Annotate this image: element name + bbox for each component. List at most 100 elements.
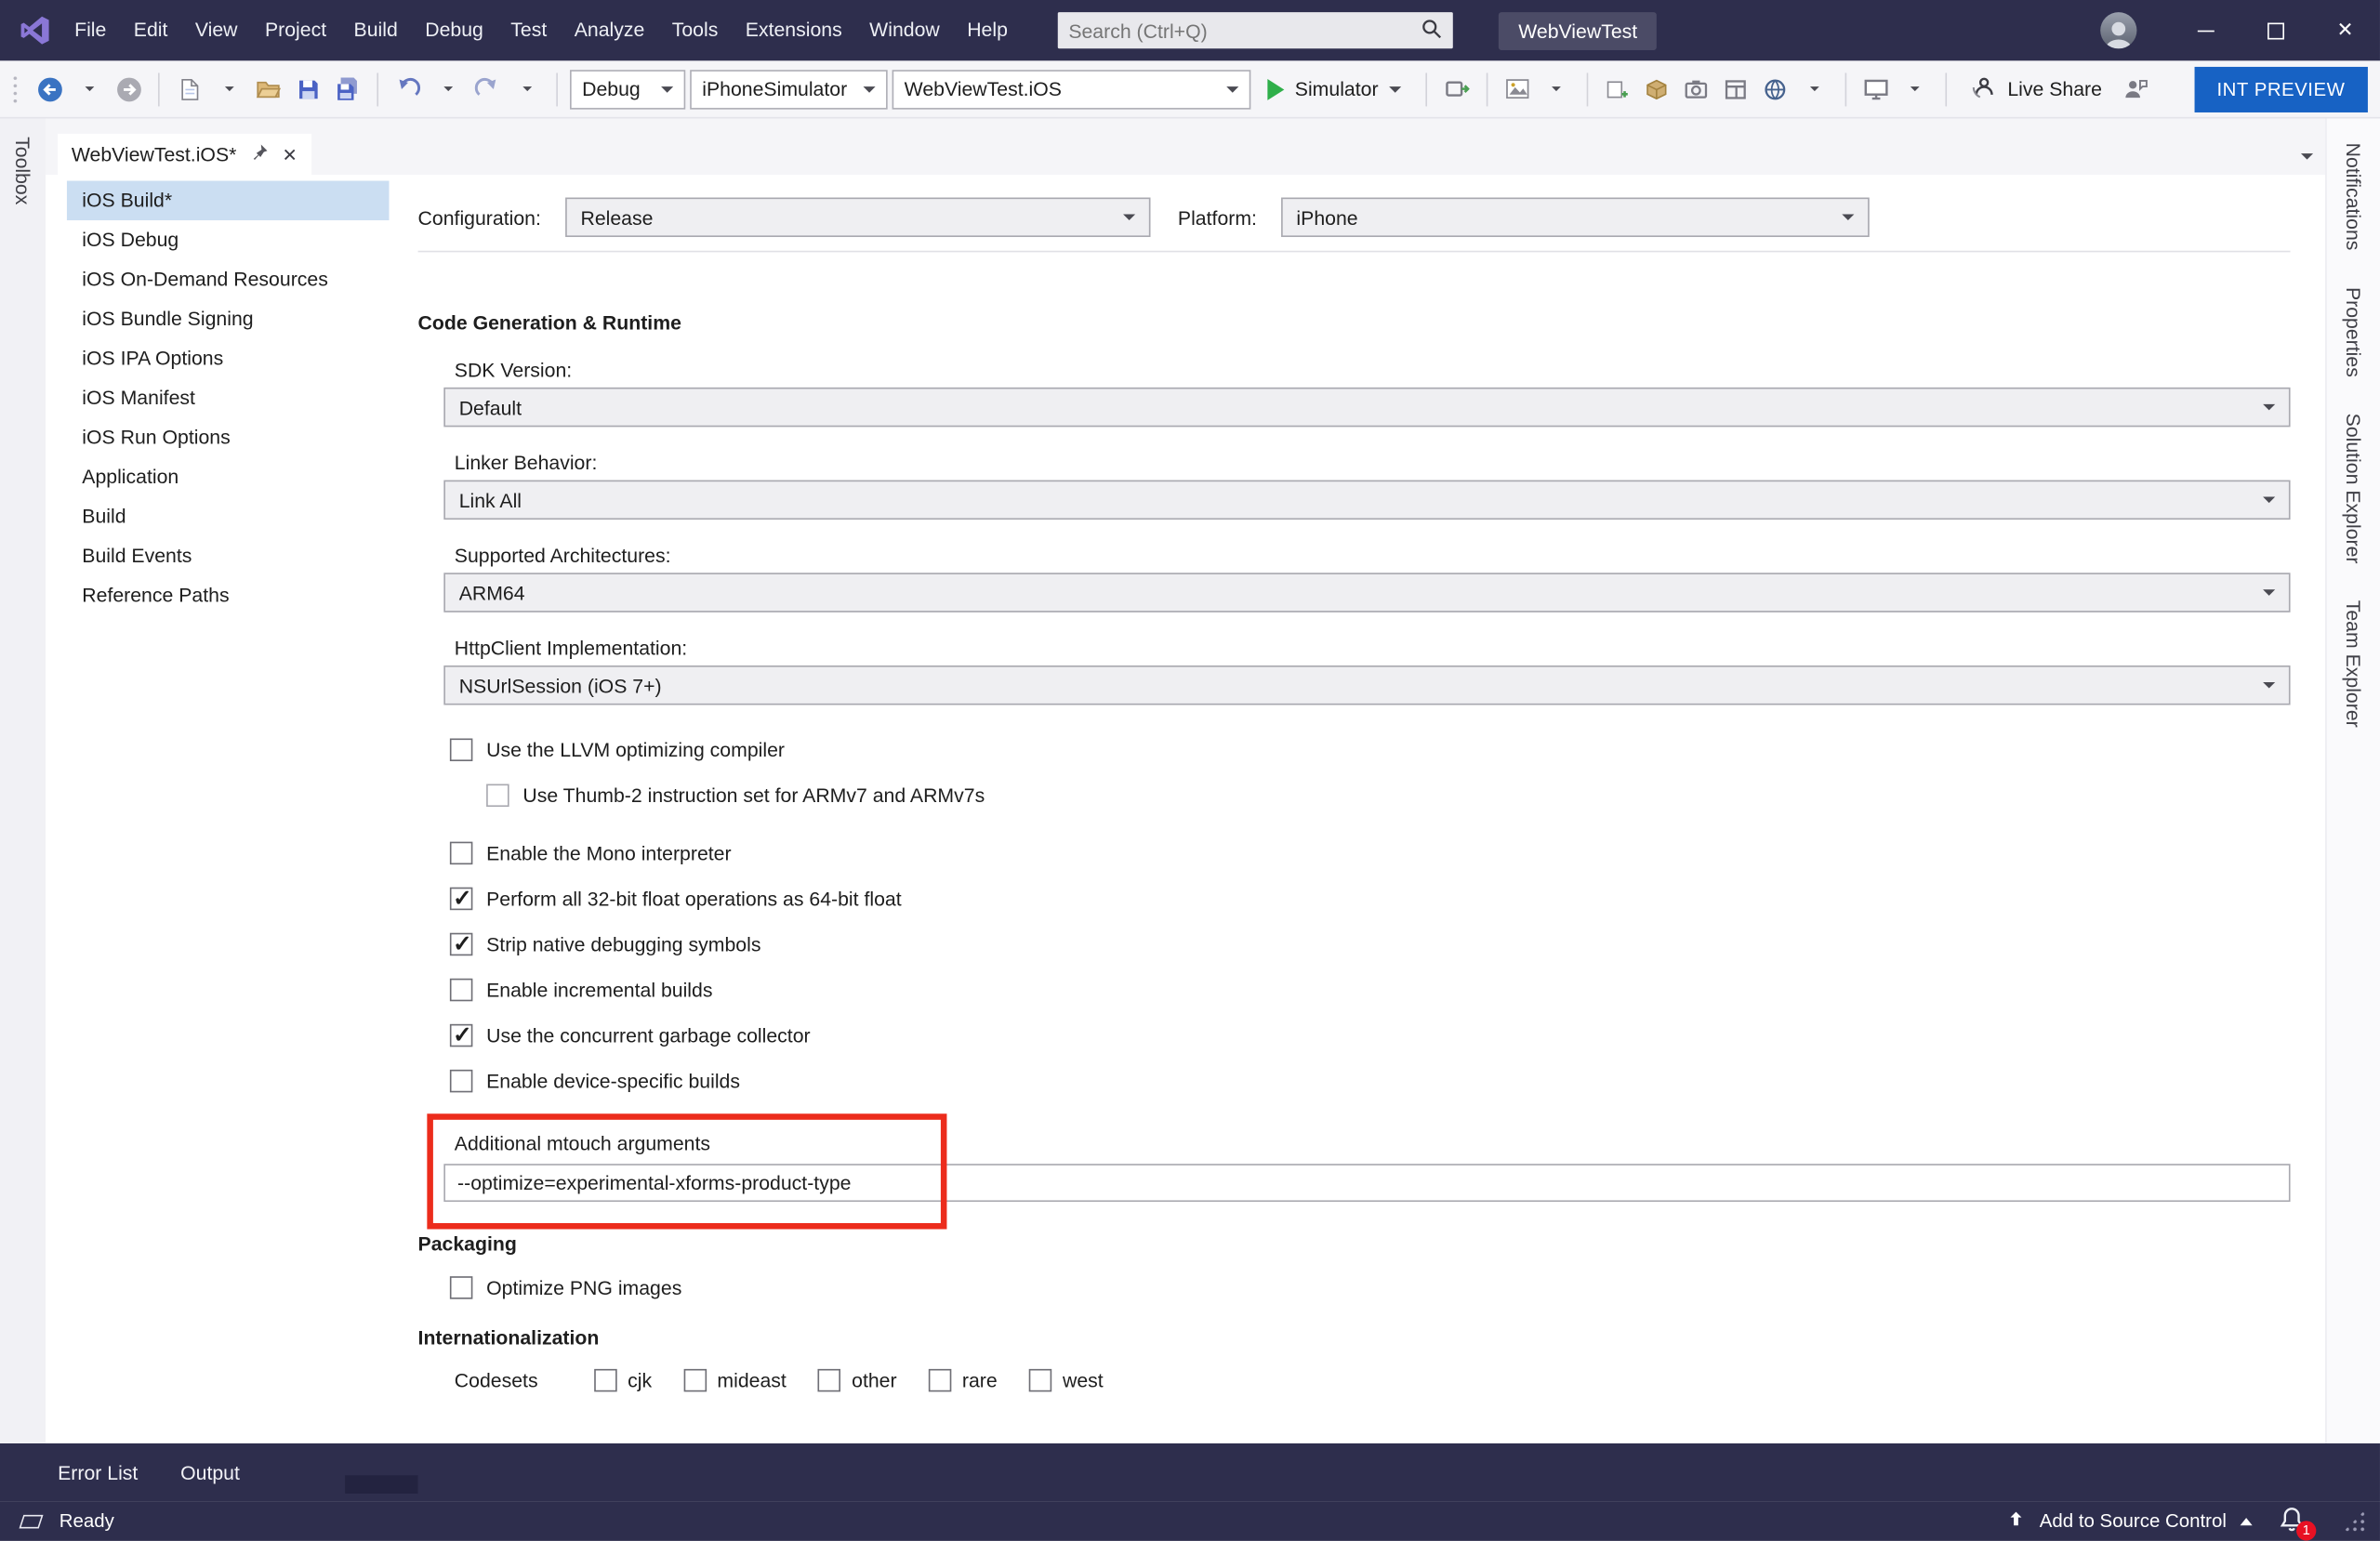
sdk-version-select[interactable]: Default (443, 388, 2290, 428)
linker-behavior-select[interactable]: Link All (443, 481, 2290, 520)
solution-name-label[interactable]: WebViewTest (1499, 11, 1657, 49)
sidebar-item-build-events[interactable]: Build Events (67, 536, 390, 576)
checkbox-row-optimize-png[interactable]: Optimize PNG images (450, 1276, 2291, 1299)
menu-debug[interactable]: Debug (412, 0, 497, 60)
solution-platform-dropdown[interactable]: iPhoneSimulator (690, 69, 888, 109)
redo-button[interactable] (469, 69, 505, 109)
window-layout-icon[interactable] (1719, 69, 1754, 109)
menu-project[interactable]: Project (251, 0, 340, 60)
redo-dropdown[interactable] (509, 69, 545, 109)
codeset-mideast[interactable]: mideast (683, 1369, 786, 1392)
httpclient-implementation-select[interactable]: NSUrlSession (iOS 7+) (443, 665, 2290, 705)
tab-notifications[interactable]: Notifications (2342, 143, 2365, 251)
device-monitor-dropdown[interactable] (1898, 69, 1934, 109)
quick-search-box[interactable] (1058, 12, 1453, 48)
sidebar-item-ios-run-options[interactable]: iOS Run Options (67, 418, 390, 458)
undo-dropdown[interactable] (430, 69, 466, 109)
configuration-select[interactable]: Release (565, 198, 1150, 238)
notifications-bell-button[interactable]: 1 (2278, 1506, 2308, 1536)
checkbox[interactable] (450, 1276, 473, 1299)
user-avatar[interactable] (2100, 12, 2136, 48)
minimize-button[interactable] (2170, 0, 2240, 60)
menu-analyze[interactable]: Analyze (561, 0, 658, 60)
pin-icon[interactable] (250, 143, 269, 166)
sidebar-item-ios-manifest[interactable]: iOS Manifest (67, 378, 390, 418)
add-to-source-control-button[interactable]: Add to Source Control (2040, 1510, 2227, 1532)
checkbox-row-float64[interactable]: Perform all 32-bit float operations as 6… (450, 888, 2291, 911)
undo-button[interactable] (390, 69, 426, 109)
document-list-dropdown[interactable] (2301, 153, 2313, 160)
save-all-button[interactable] (330, 69, 365, 109)
xaml-previewer-icon[interactable] (1500, 69, 1535, 109)
menu-edit[interactable]: Edit (120, 0, 181, 60)
menu-file[interactable]: File (60, 0, 120, 60)
sidebar-item-build[interactable]: Build (67, 497, 390, 537)
checkbox-row-mono-interpreter[interactable]: Enable the Mono interpreter (450, 842, 2291, 865)
checkbox[interactable] (450, 1024, 473, 1047)
mtouch-arguments-input[interactable] (443, 1164, 2290, 1202)
toolbar-overflow-dropdown[interactable] (1798, 69, 1833, 109)
checkbox-row-llvm[interactable]: Use the LLVM optimizing compiler (450, 738, 2291, 761)
checkbox-row-concurrent-gc[interactable]: Use the concurrent garbage collector (450, 1024, 2291, 1047)
checkbox[interactable] (1029, 1369, 1052, 1392)
save-button[interactable] (290, 69, 325, 109)
sidebar-item-ios-build[interactable]: iOS Build* (67, 181, 390, 221)
sidebar-item-ios-ipa-options[interactable]: iOS IPA Options (67, 339, 390, 379)
document-tab[interactable]: WebViewTest.iOS* ✕ (58, 134, 311, 175)
navigate-forward-button[interactable] (111, 69, 146, 109)
checkbox[interactable] (450, 738, 473, 761)
checkbox[interactable] (683, 1369, 707, 1392)
menu-extensions[interactable]: Extensions (732, 0, 855, 60)
codeset-rare[interactable]: rare (929, 1369, 998, 1392)
menu-window[interactable]: Window (855, 0, 953, 60)
platform-select[interactable]: iPhone (1281, 198, 1870, 238)
tab-output[interactable]: Output (180, 1461, 240, 1484)
close-button[interactable]: ✕ (2310, 0, 2380, 60)
menu-help[interactable]: Help (953, 0, 1021, 60)
screenshot-icon[interactable] (1679, 69, 1714, 109)
tab-close-icon[interactable]: ✕ (282, 143, 297, 165)
sidebar-item-ios-bundle-signing[interactable]: iOS Bundle Signing (67, 299, 390, 339)
new-file-button[interactable] (172, 69, 207, 109)
send-feedback-icon[interactable] (2119, 69, 2154, 109)
package-icon[interactable] (1640, 69, 1675, 109)
attach-to-process-icon[interactable] (1439, 69, 1474, 109)
menu-view[interactable]: View (181, 0, 251, 60)
tab-team-explorer[interactable]: Team Explorer (2342, 600, 2365, 728)
sidebar-item-application[interactable]: Application (67, 457, 390, 497)
live-share-button[interactable]: Live Share (1959, 73, 2114, 104)
start-debugging-button[interactable]: Simulator (1255, 69, 1413, 109)
sidebar-item-reference-paths[interactable]: Reference Paths (67, 576, 390, 616)
checkbox[interactable] (594, 1369, 617, 1392)
search-input[interactable] (1068, 19, 1421, 42)
startup-project-dropdown[interactable]: WebViewTest.iOS (892, 69, 1251, 109)
checkbox[interactable] (929, 1369, 952, 1392)
maximize-button[interactable] (2241, 0, 2310, 60)
checkbox-row-thumb2[interactable]: Use Thumb-2 instruction set for ARMv7 an… (486, 784, 2290, 808)
checkbox-row-strip-symbols[interactable]: Strip native debugging symbols (450, 933, 2291, 956)
toolbar-drag-handle[interactable] (12, 73, 19, 104)
tab-solution-explorer[interactable]: Solution Explorer (2342, 414, 2365, 564)
tab-error-list[interactable]: Error List (58, 1461, 138, 1484)
checkbox-row-device-specific-builds[interactable]: Enable device-specific builds (450, 1070, 2291, 1093)
solution-configuration-dropdown[interactable]: Debug (570, 69, 685, 109)
checkbox[interactable] (818, 1369, 841, 1392)
supported-architectures-select[interactable]: ARM64 (443, 573, 2290, 612)
new-file-dropdown[interactable] (211, 69, 246, 109)
toolbox-tab[interactable]: Toolbox (11, 137, 34, 1443)
navigate-back-button[interactable] (32, 69, 67, 109)
checkbox[interactable] (450, 979, 473, 1002)
resize-grip[interactable] (2344, 1510, 2365, 1532)
menu-tools[interactable]: Tools (658, 0, 732, 60)
open-file-button[interactable] (251, 69, 286, 109)
menu-build[interactable]: Build (340, 0, 412, 60)
checkbox[interactable] (450, 842, 473, 865)
sidebar-item-ios-debug[interactable]: iOS Debug (67, 220, 390, 260)
menu-test[interactable]: Test (497, 0, 561, 60)
tab-properties[interactable]: Properties (2342, 287, 2365, 377)
add-item-icon[interactable] (1600, 69, 1635, 109)
codeset-west[interactable]: west (1029, 1369, 1104, 1392)
codeset-cjk[interactable]: cjk (594, 1369, 652, 1392)
int-preview-button[interactable]: INT PREVIEW (2194, 66, 2368, 112)
previewer-dropdown[interactable] (1540, 69, 1575, 109)
